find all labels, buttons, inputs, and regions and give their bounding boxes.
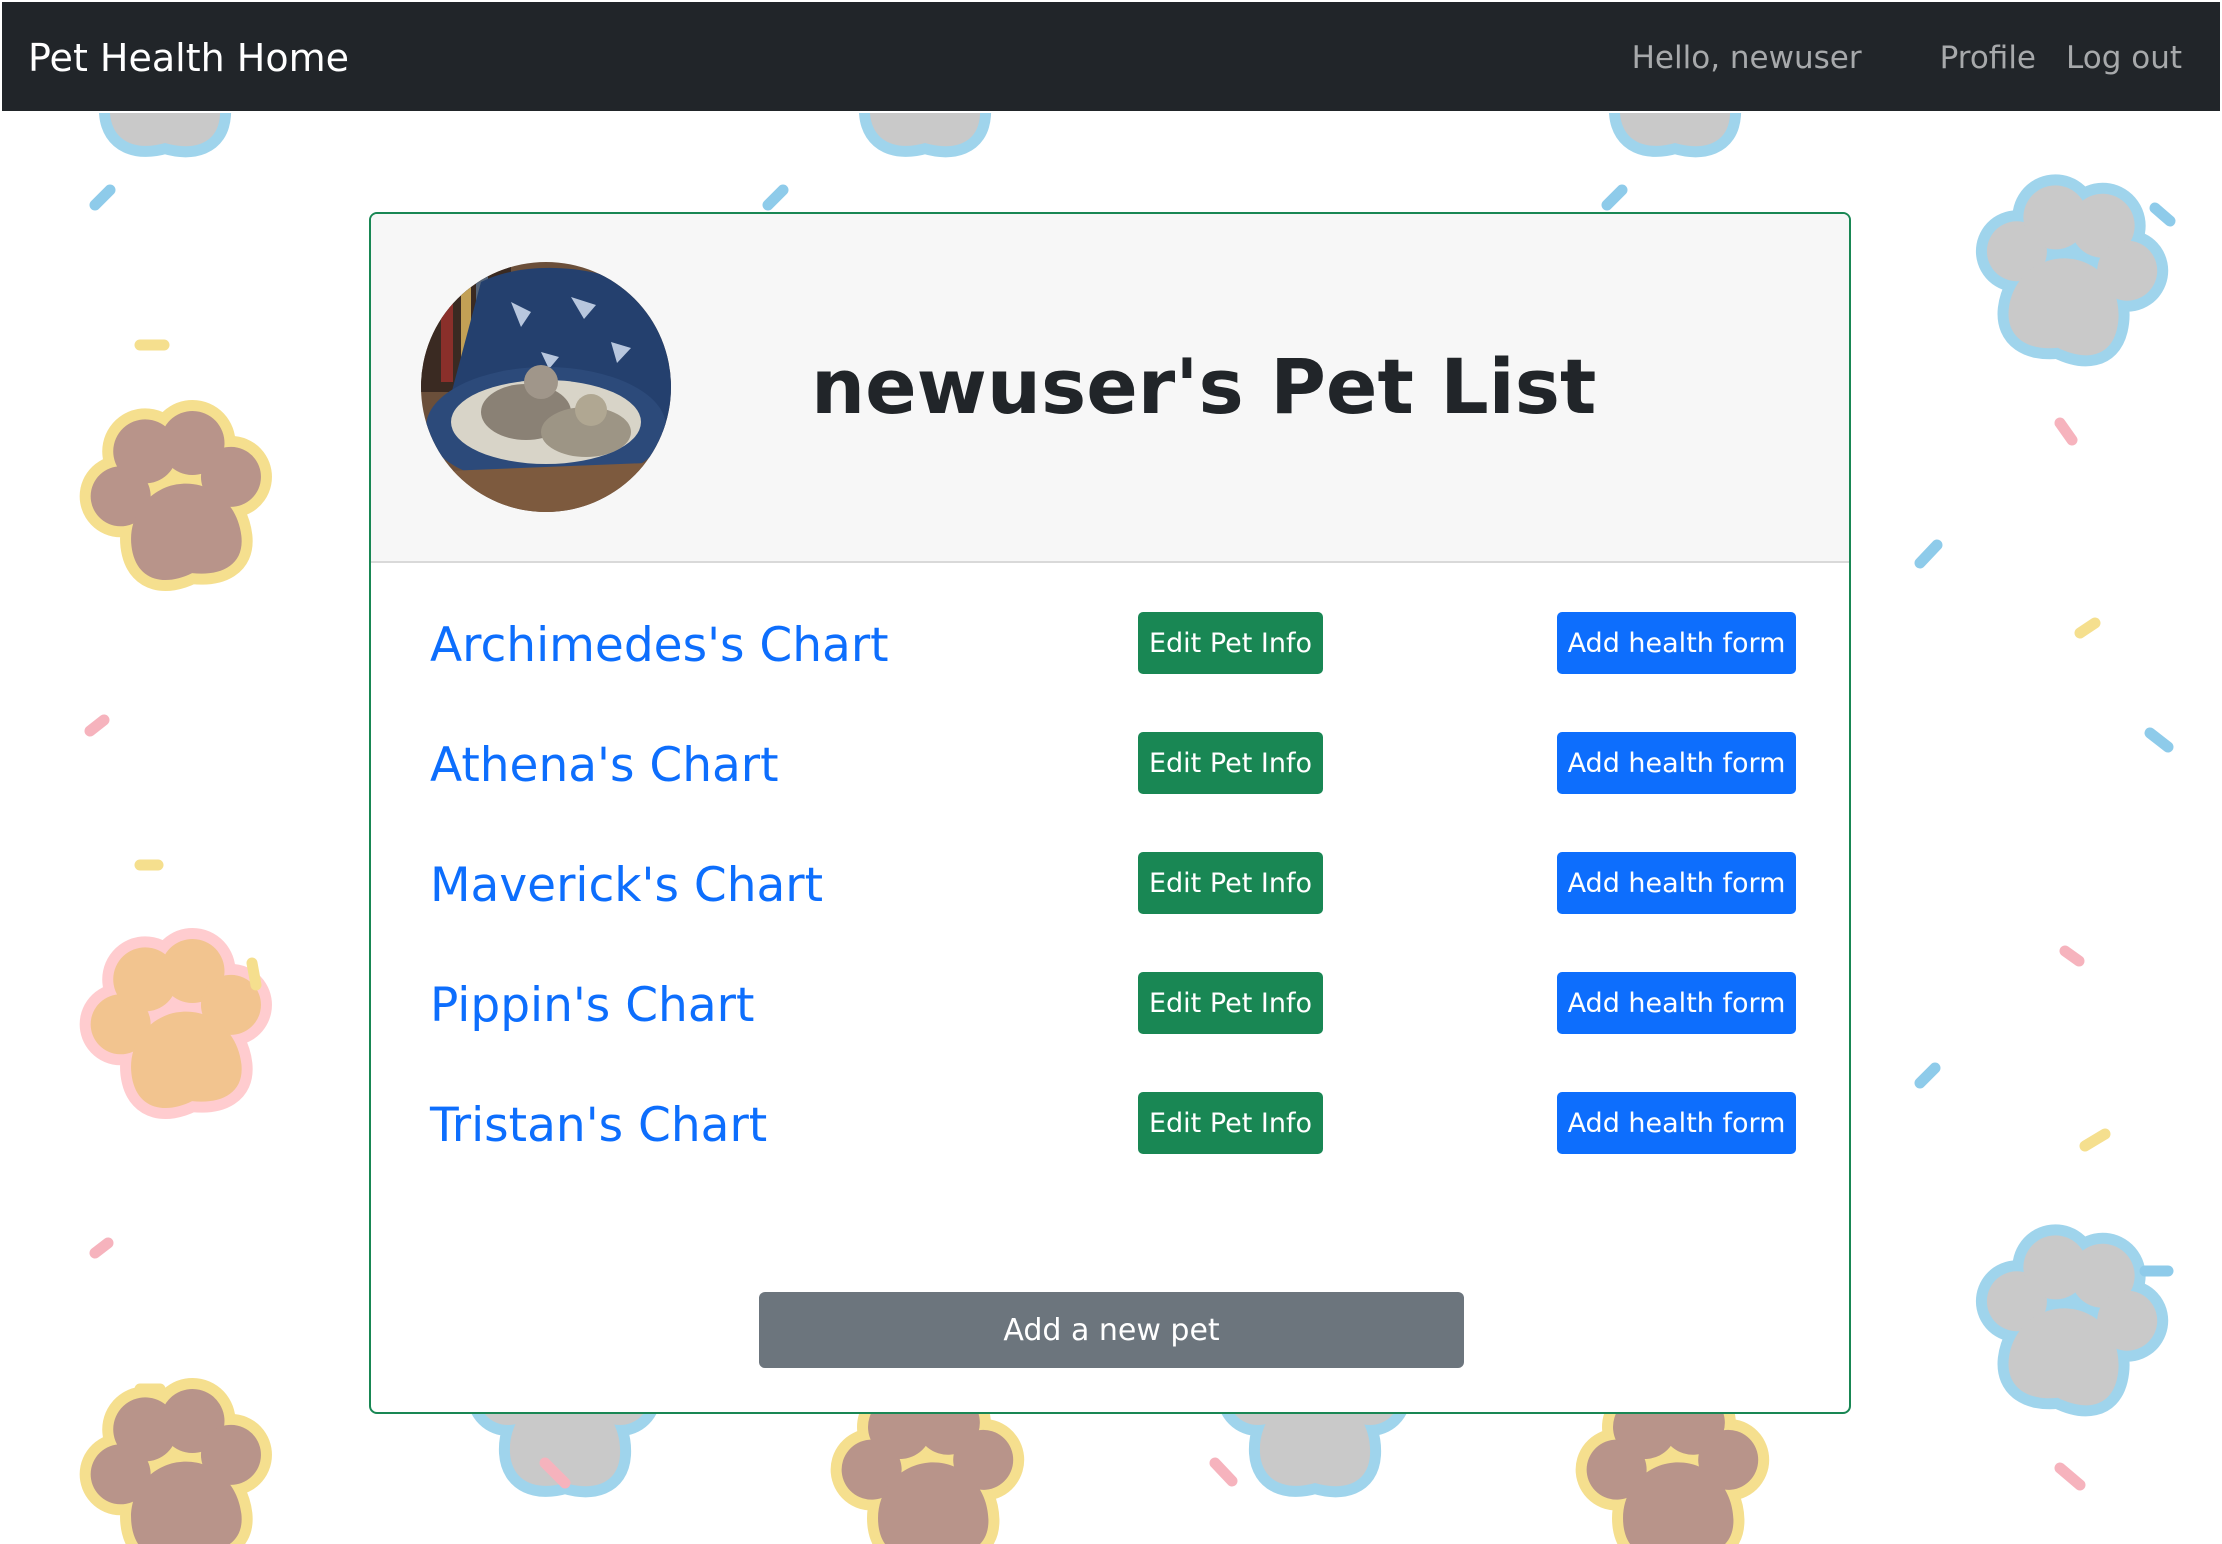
paw-print-icon <box>1972 1225 2170 1416</box>
paw-print-icon <box>79 929 277 1120</box>
pet-row: Archimedes's Chart Edit Pet Info Add hea… <box>371 612 1849 674</box>
add-health-form-button[interactable]: Add health form <box>1557 852 1796 914</box>
add-health-form-button[interactable]: Add health form <box>1557 732 1796 794</box>
add-health-form-button[interactable]: Add health form <box>1557 1092 1796 1154</box>
add-health-form-button[interactable]: Add health form <box>1557 972 1796 1034</box>
logout-link[interactable]: Log out <box>2066 40 2182 76</box>
paw-print-icon <box>1588 113 1760 146</box>
paw-print-icon <box>838 113 1010 146</box>
pet-chart-link[interactable]: Pippin's Chart <box>430 978 754 1033</box>
profile-link[interactable]: Profile <box>1940 40 2036 76</box>
edit-pet-info-button[interactable]: Edit Pet Info <box>1138 972 1323 1034</box>
edit-pet-info-button[interactable]: Edit Pet Info <box>1138 1092 1323 1154</box>
paw-print-icon <box>1972 175 2170 366</box>
pet-row: Pippin's Chart Edit Pet Info Add health … <box>371 972 1849 1034</box>
cats-photo-icon <box>421 262 671 512</box>
pet-chart-link[interactable]: Athena's Chart <box>430 738 779 793</box>
user-greeting: Hello, newuser <box>1631 40 1862 76</box>
pet-row: Maverick's Chart Edit Pet Info Add healt… <box>371 852 1849 914</box>
pet-chart-link[interactable]: Maverick's Chart <box>430 858 823 913</box>
top-navbar: Pet Health Home Hello, newuser Profile L… <box>0 0 2222 113</box>
pet-row: Tristan's Chart Edit Pet Info Add health… <box>371 1092 1849 1154</box>
edit-pet-info-button[interactable]: Edit Pet Info <box>1138 732 1323 794</box>
edit-pet-info-button[interactable]: Edit Pet Info <box>1138 612 1323 674</box>
paw-print-icon <box>79 1379 277 1544</box>
pet-chart-link[interactable]: Tristan's Chart <box>430 1098 767 1153</box>
pet-list-card: newuser's Pet List Archimedes's Chart Ed… <box>369 212 1851 1414</box>
avatar <box>421 262 671 512</box>
add-health-form-button[interactable]: Add health form <box>1557 612 1796 674</box>
nav-right: Hello, newuser Profile Log out <box>1632 40 2182 76</box>
paw-print-icon <box>79 401 277 592</box>
paw-print-icon <box>78 113 250 146</box>
pet-row: Athena's Chart Edit Pet Info Add health … <box>371 732 1849 794</box>
card-header: newuser's Pet List <box>371 214 1849 563</box>
pet-chart-link[interactable]: Archimedes's Chart <box>430 618 889 673</box>
page-title: newuser's Pet List <box>811 342 1597 431</box>
add-new-pet-button[interactable]: Add a new pet <box>759 1292 1464 1368</box>
brand-link[interactable]: Pet Health Home <box>28 36 349 80</box>
edit-pet-info-button[interactable]: Edit Pet Info <box>1138 852 1323 914</box>
